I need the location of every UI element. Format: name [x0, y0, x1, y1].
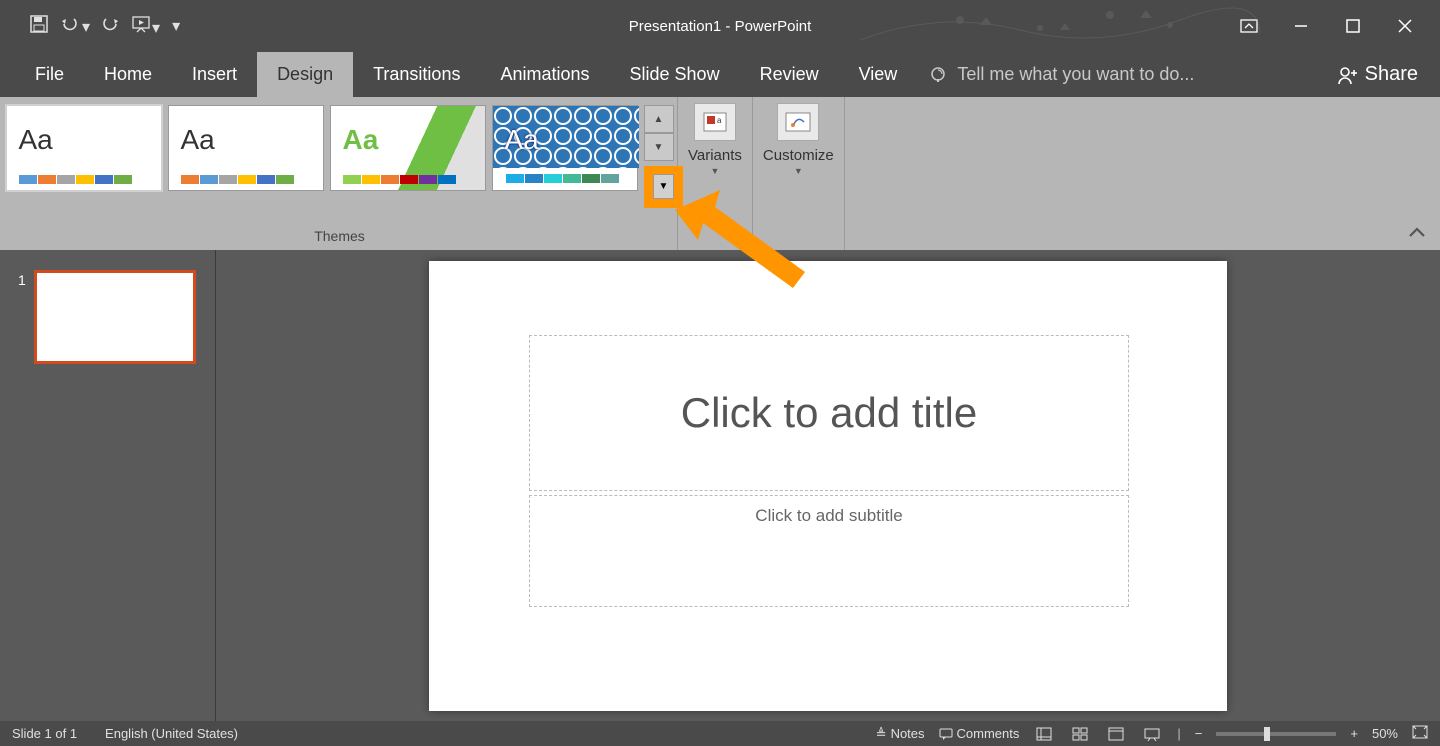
- ribbon-design: Aa Aa Aa Aa: [0, 97, 1440, 250]
- qat-customize-icon[interactable]: ▾: [172, 16, 180, 36]
- themes-gallery: Aa Aa Aa Aa: [4, 103, 676, 193]
- language-indicator[interactable]: English (United States): [105, 726, 238, 741]
- svg-text:a: a: [717, 116, 722, 125]
- editor-area: 1 Click to add title Click to add subtit…: [0, 250, 1440, 721]
- reading-view-icon[interactable]: [1105, 726, 1127, 742]
- group-themes: Aa Aa Aa Aa: [0, 97, 678, 250]
- redo-icon[interactable]: [102, 16, 120, 37]
- maximize-icon[interactable]: [1338, 11, 1368, 41]
- status-left: Slide 1 of 1 English (United States): [12, 726, 238, 741]
- theme-office-2[interactable]: Aa: [168, 105, 324, 191]
- fit-to-window-icon[interactable]: [1412, 725, 1428, 742]
- slide-thumbnail-1[interactable]: [34, 270, 196, 364]
- customize-dropdown-icon[interactable]: ▼: [794, 166, 803, 176]
- window-title: Presentation1 - PowerPoint: [629, 18, 812, 35]
- slide-thumbnail-number: 1: [18, 272, 26, 288]
- zoom-out-button[interactable]: −: [1195, 726, 1203, 741]
- theme-office[interactable]: Aa: [6, 105, 162, 191]
- variants-icon[interactable]: a: [694, 103, 736, 141]
- minimize-icon[interactable]: [1286, 11, 1316, 41]
- tab-insert[interactable]: Insert: [172, 52, 257, 97]
- tell-me-search[interactable]: Tell me what you want to do...: [929, 52, 1194, 97]
- theme-preview-text: Aa: [343, 124, 379, 156]
- tab-animations[interactable]: Animations: [480, 52, 609, 97]
- ribbon-tabs: File Home Insert Design Transitions Anim…: [0, 52, 1440, 97]
- undo-icon[interactable]: ▾: [60, 16, 90, 37]
- group-customize: Customize ▼: [753, 97, 845, 250]
- slide-sorter-view-icon[interactable]: [1069, 726, 1091, 742]
- normal-view-icon[interactable]: [1033, 726, 1055, 742]
- tab-home[interactable]: Home: [84, 52, 172, 97]
- share-button[interactable]: Share: [1315, 52, 1440, 97]
- theme-palette: [343, 175, 456, 184]
- slide-thumbnail-panel: 1: [0, 250, 216, 721]
- status-right: ≜ Notes Comments | − + 50%: [876, 725, 1428, 742]
- theme-palette: [19, 175, 132, 184]
- themes-more-button[interactable]: ▼: [653, 174, 674, 199]
- theme-palette: [181, 175, 294, 184]
- theme-integral[interactable]: Aa: [492, 105, 638, 191]
- tab-file[interactable]: File: [15, 52, 84, 97]
- slide-canvas[interactable]: Click to add title Click to add subtitle: [429, 261, 1227, 711]
- tab-transitions[interactable]: Transitions: [353, 52, 480, 97]
- comments-button[interactable]: Comments: [939, 726, 1020, 741]
- tell-me-placeholder: Tell me what you want to do...: [957, 64, 1194, 85]
- theme-preview-text: Aa: [19, 124, 53, 156]
- title-placeholder[interactable]: Click to add title: [529, 335, 1129, 491]
- customize-label: Customize: [763, 147, 834, 164]
- slideshow-from-start-icon[interactable]: ▾: [132, 15, 160, 38]
- share-label: Share: [1365, 63, 1418, 86]
- tab-slideshow[interactable]: Slide Show: [610, 52, 740, 97]
- theme-preview-text: Aa: [505, 124, 539, 156]
- variants-dropdown-icon[interactable]: ▼: [711, 166, 720, 176]
- title-bar: ▾ ▾ ▾ Presentation1 - PowerPoint: [0, 0, 1440, 52]
- save-icon[interactable]: [30, 15, 48, 38]
- theme-preview-text: Aa: [181, 124, 215, 156]
- slide-canvas-area: Click to add title Click to add subtitle: [216, 250, 1440, 721]
- collapse-ribbon-icon[interactable]: [1408, 226, 1426, 242]
- zoom-level[interactable]: 50%: [1372, 726, 1398, 741]
- slide-indicator[interactable]: Slide 1 of 1: [12, 726, 77, 741]
- slideshow-view-icon[interactable]: [1141, 726, 1163, 742]
- group-label-themes: Themes: [314, 224, 365, 248]
- customize-icon[interactable]: [777, 103, 819, 141]
- window-controls: [1234, 11, 1440, 41]
- zoom-slider[interactable]: [1216, 732, 1336, 736]
- variants-label: Variants: [688, 147, 742, 164]
- theme-facet[interactable]: Aa: [330, 105, 486, 191]
- tab-review[interactable]: Review: [740, 52, 839, 97]
- theme-palette: [505, 173, 620, 184]
- quick-access-toolbar: ▾ ▾ ▾: [0, 15, 180, 38]
- tab-view[interactable]: View: [839, 52, 918, 97]
- notes-button[interactable]: ≜ Notes: [876, 726, 925, 742]
- status-bar: Slide 1 of 1 English (United States) ≜ N…: [0, 721, 1440, 746]
- ribbon-display-options-icon[interactable]: [1234, 11, 1264, 41]
- tab-design[interactable]: Design: [257, 52, 353, 97]
- themes-scroll-down-button[interactable]: ▼: [644, 133, 674, 161]
- group-variants: a Variants ▼: [678, 97, 753, 250]
- themes-scroll-up-button[interactable]: ▲: [644, 105, 674, 133]
- close-icon[interactable]: [1390, 11, 1420, 41]
- zoom-in-button[interactable]: +: [1350, 726, 1358, 741]
- subtitle-placeholder[interactable]: Click to add subtitle: [529, 495, 1129, 607]
